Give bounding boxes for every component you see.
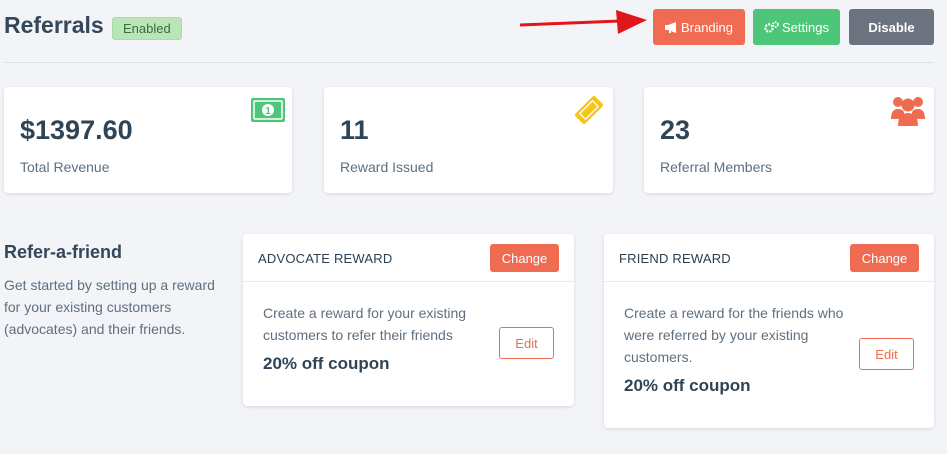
settings-button[interactable]: Settings xyxy=(753,9,840,45)
stat-value: 23 xyxy=(660,115,691,145)
page-title: Referrals xyxy=(4,12,104,38)
money-bill-icon: 1 xyxy=(251,98,285,122)
stat-card-total-revenue: $1397.60 Total Revenue 1 xyxy=(4,87,292,193)
stat-card-reward-issued: 11 Reward Issued xyxy=(324,87,613,193)
stat-label: Total Revenue xyxy=(20,159,110,175)
friend-edit-button[interactable]: Edit xyxy=(859,338,914,370)
branding-button[interactable]: Branding xyxy=(653,9,745,45)
gears-icon xyxy=(764,21,779,33)
settings-button-label: Settings xyxy=(782,19,829,35)
advocate-edit-button[interactable]: Edit xyxy=(499,327,554,359)
stat-value: $1397.60 xyxy=(20,115,133,145)
advocate-reward-title: ADVOCATE REWARD xyxy=(258,251,393,266)
stat-value: 11 xyxy=(340,115,369,145)
advocate-reward-description: Create a reward for your existing custom… xyxy=(263,305,467,343)
header-divider xyxy=(4,62,934,63)
refer-a-friend-title: Refer-a-friend xyxy=(4,242,123,262)
svg-text:1: 1 xyxy=(265,106,271,117)
advocate-reward-card: ADVOCATE REWARD Change Create a reward f… xyxy=(243,234,574,406)
branding-button-label: Branding xyxy=(680,19,734,35)
red-arrow-annotation xyxy=(520,10,647,34)
advocate-reward-header: ADVOCATE REWARD Change xyxy=(243,234,574,282)
status-badge: Enabled xyxy=(112,17,182,40)
friend-reward-description: Create a reward for the friends who were… xyxy=(624,305,844,365)
disable-button[interactable]: Disable xyxy=(849,9,934,45)
users-icon xyxy=(891,97,925,126)
ticket-icon xyxy=(574,95,604,125)
friend-reward-title: FRIEND REWARD xyxy=(619,251,731,266)
stat-label: Reward Issued xyxy=(340,159,434,175)
advocate-reward-value: 20% off coupon xyxy=(263,354,390,373)
friend-change-button[interactable]: Change xyxy=(850,244,919,272)
refer-a-friend-description: Get started by setting up a reward for y… xyxy=(4,277,215,337)
stat-label: Referral Members xyxy=(660,159,773,175)
friend-reward-value: 20% off coupon xyxy=(624,376,751,395)
advocate-change-button[interactable]: Change xyxy=(490,244,559,272)
friend-reward-card: FRIEND REWARD Change Create a reward for… xyxy=(604,234,934,428)
megaphone-icon xyxy=(664,21,676,33)
stat-card-referral-members: 23 Referral Members xyxy=(644,87,934,193)
friend-reward-header: FRIEND REWARD Change xyxy=(604,234,934,282)
